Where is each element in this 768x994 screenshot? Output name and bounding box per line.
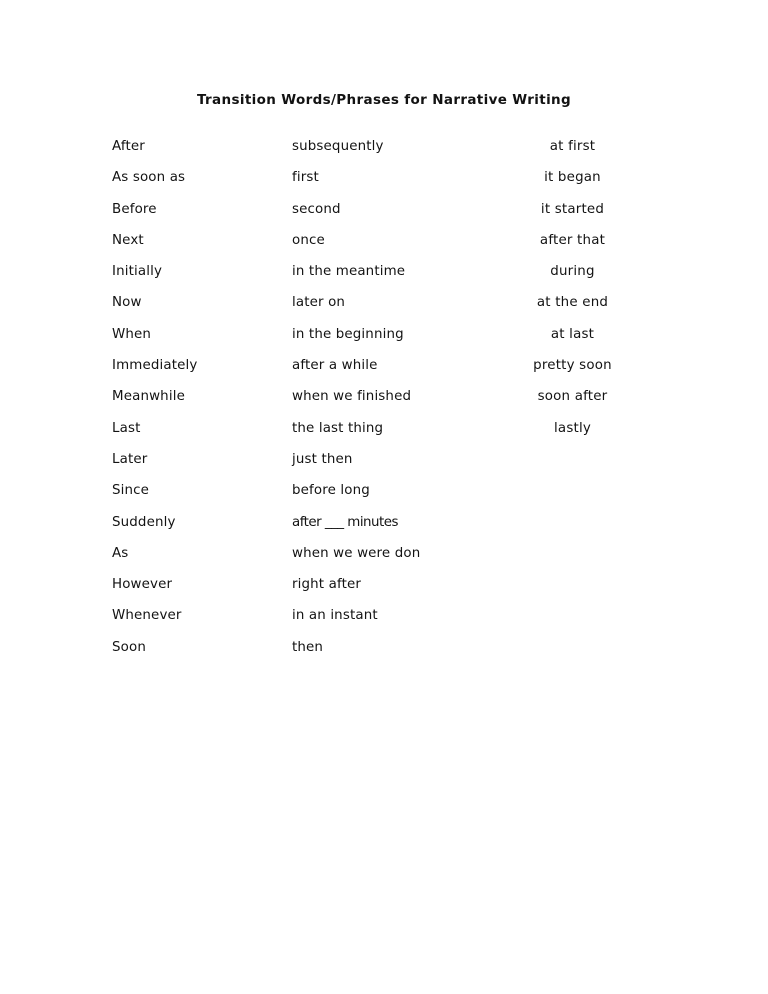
list-item: Suddenly <box>112 514 176 530</box>
list-item: subsequently <box>292 139 384 154</box>
list-item: at the end <box>536 295 609 311</box>
list-item: later on <box>292 295 346 311</box>
list-item: Whenever <box>112 608 182 624</box>
list-item: in the beginning <box>292 326 404 342</box>
list-item: in an instant <box>292 608 378 624</box>
list-item: Later <box>112 451 148 467</box>
list-item: However <box>112 577 173 593</box>
list-item: right after <box>292 577 362 593</box>
list-item: after that <box>539 232 606 248</box>
list-item: When <box>112 326 152 342</box>
list-item-fill-in-blank: after ___ minutes <box>292 514 398 530</box>
list-item: before long <box>292 483 370 499</box>
list-item: just then <box>292 451 353 467</box>
list-item: in the meantime <box>292 264 406 280</box>
list-item: Meanwhile <box>112 389 185 405</box>
transition-words-column-3: at first it began it started after that … <box>505 131 640 444</box>
list-item: pretty soon <box>533 358 612 374</box>
list-item: Soon <box>112 639 146 655</box>
list-item: As <box>112 545 129 561</box>
list-item: at first <box>549 139 596 154</box>
list-item: then <box>292 639 324 655</box>
list-item: After <box>112 139 145 154</box>
list-item: Last <box>112 420 141 436</box>
list-item: first <box>292 170 319 186</box>
list-item: Next <box>112 232 144 248</box>
list-item: Initially <box>112 264 163 280</box>
transition-words-column-1: After As soon as Before Next Initially N… <box>112 131 287 663</box>
list-item: Before <box>112 201 157 217</box>
list-item: As soon as <box>112 170 186 186</box>
list-item: Since <box>112 483 150 499</box>
document-page: Transition Words/Phrases for Narrative W… <box>0 0 768 994</box>
list-item: it began <box>544 170 601 186</box>
list-item: when we were don <box>292 545 421 561</box>
list-item: during <box>550 264 595 280</box>
list-item: lastly <box>554 420 591 436</box>
list-item: second <box>292 201 341 217</box>
list-item: after a while <box>292 358 378 374</box>
list-item: it started <box>540 201 605 217</box>
list-item: at last <box>550 326 595 342</box>
list-item: once <box>292 232 325 248</box>
list-item: the last thing <box>292 420 384 436</box>
list-item: soon after <box>537 389 608 405</box>
list-item: when we finished <box>292 389 412 405</box>
page-title: Transition Words/Phrases for Narrative W… <box>196 92 572 108</box>
transition-words-column-2: subsequently first second once in the me… <box>292 131 497 663</box>
list-item: Immediately <box>112 358 198 374</box>
list-item: Now <box>112 295 142 311</box>
